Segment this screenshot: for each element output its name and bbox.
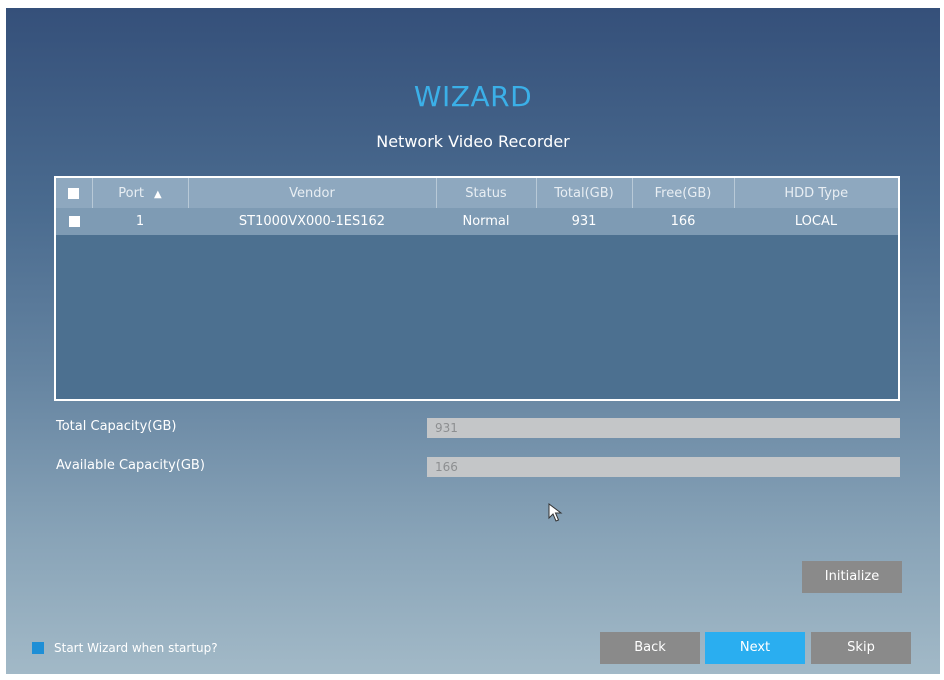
page-title: WIZARD: [413, 80, 533, 113]
select-all-checkbox[interactable]: [68, 187, 80, 199]
total-capacity-row: Total Capacity(GB) 931: [54, 418, 900, 438]
available-capacity-label: Available Capacity(GB): [56, 458, 205, 473]
initialize-button[interactable]: Initialize: [802, 561, 902, 593]
column-label-status: Status: [465, 185, 507, 201]
cell-free: 166: [670, 214, 696, 229]
column-label-total: Total(GB): [554, 185, 614, 201]
cell-status: Normal: [462, 214, 510, 229]
table-header-row: Port ▲ Vendor Status Total(GB) Free(GB): [56, 178, 898, 208]
row-select-cell[interactable]: [56, 208, 92, 235]
cell-port: 1: [135, 214, 145, 229]
startup-option[interactable]: Start Wizard when startup?: [32, 640, 218, 656]
column-header-status[interactable]: Status: [436, 178, 537, 208]
column-label-port: Port: [118, 185, 145, 201]
column-header-free[interactable]: Free(GB): [632, 178, 735, 208]
column-header-total[interactable]: Total(GB): [536, 178, 633, 208]
column-label-free: Free(GB): [654, 185, 712, 201]
cell-vendor: ST1000VX000-1ES162: [238, 214, 386, 229]
wizard-screen: WIZARD Network Video Recorder Port ▲ Ven…: [6, 8, 940, 674]
column-label-hdd-type: HDD Type: [784, 185, 849, 201]
column-header-vendor[interactable]: Vendor: [188, 178, 437, 208]
table-row[interactable]: 1 ST1000VX000-1ES162 Normal 931 166 LOCA…: [56, 208, 898, 235]
disk-table: Port ▲ Vendor Status Total(GB) Free(GB): [54, 176, 900, 401]
sort-ascending-icon: ▲: [154, 188, 162, 200]
cell-hdd-type: LOCAL: [794, 214, 838, 229]
column-header-hdd-type[interactable]: HDD Type: [734, 178, 898, 208]
start-wizard-checkbox[interactable]: [32, 642, 44, 654]
back-button[interactable]: Back: [600, 632, 700, 664]
skip-button[interactable]: Skip: [811, 632, 911, 664]
cell-total: 931: [571, 214, 597, 229]
column-label-vendor: Vendor: [289, 185, 335, 201]
row-checkbox[interactable]: [68, 216, 80, 227]
total-capacity-label: Total Capacity(GB): [56, 419, 177, 434]
available-capacity-field: 166: [427, 457, 900, 477]
start-wizard-label: Start Wizard when startup?: [54, 641, 218, 655]
page-subtitle: Network Video Recorder: [376, 132, 570, 151]
select-all-cell[interactable]: [56, 178, 93, 208]
total-capacity-field: 931: [427, 418, 900, 438]
mouse-cursor-icon: [548, 503, 563, 522]
next-button[interactable]: Next: [705, 632, 805, 664]
available-capacity-row: Available Capacity(GB) 166: [54, 457, 900, 477]
column-header-port[interactable]: Port ▲: [92, 178, 189, 208]
